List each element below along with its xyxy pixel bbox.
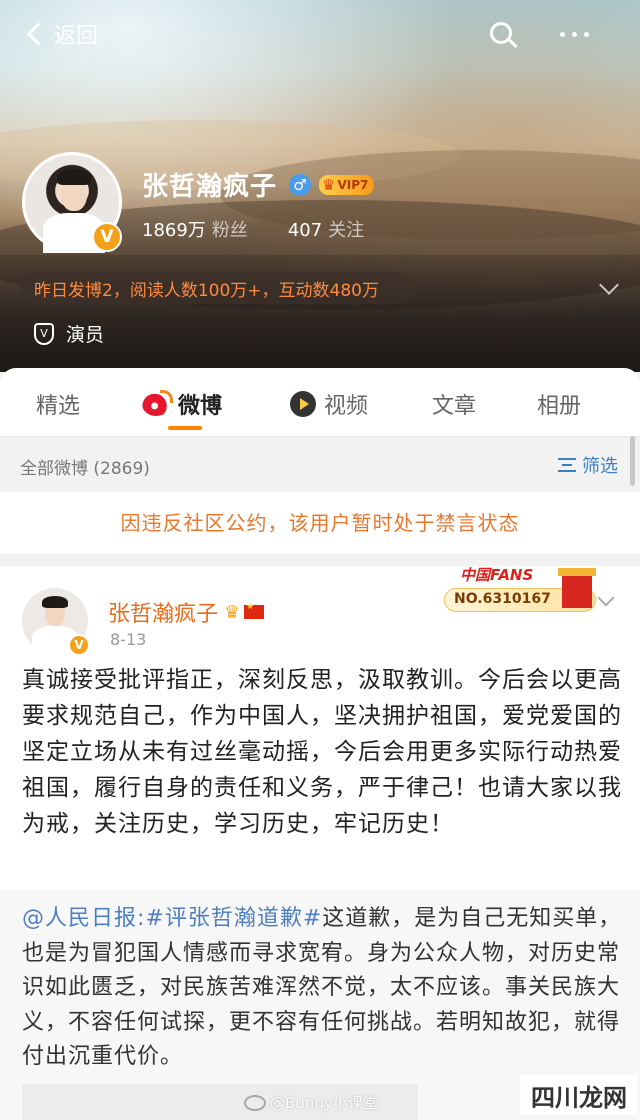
watermark-text: @Bunny小课堂	[270, 1094, 378, 1112]
tab-articles[interactable]: 文章	[432, 388, 476, 420]
repost-text: @人民日报:#评张哲瀚道歉#这道歉，是为自己无知买单，也是为冒犯国人情感而寻求宽…	[22, 902, 622, 1075]
tiananmen-icon	[558, 568, 596, 608]
tab-video[interactable]: 视频	[290, 388, 368, 420]
fans-badge-number: NO.6310167	[454, 591, 551, 607]
more-icon[interactable]	[560, 32, 589, 37]
back-label: 返回	[54, 24, 99, 49]
filter-bar: 全部微博 (2869) 筛选	[0, 436, 640, 492]
role-label: 演员	[66, 324, 105, 346]
china-flag-icon	[244, 602, 265, 619]
activity-summary[interactable]: 昨日发博2，阅读人数100万+，互动数480万	[20, 272, 414, 304]
male-icon: ♂	[289, 173, 312, 196]
post-author[interactable]: 张哲瀚疯子	[108, 596, 218, 628]
mention-link[interactable]: @人民日报	[22, 906, 137, 931]
tab-label: 精选	[36, 394, 81, 419]
scrollbar[interactable]	[630, 436, 635, 486]
profile-cover: 返回 V 张哲瀚疯子 ♂ ♛ VIP7 1869万 粉丝 407 关注 昨日发博…	[0, 0, 640, 372]
tab-label: 微博	[178, 394, 223, 419]
ban-notice-text: 因违反社区公约，该用户暂时处于禁言状态	[120, 511, 520, 535]
profile-tabs: 精选 微博 视频 文章 相册	[0, 368, 640, 436]
profile-name: 张哲瀚疯子	[142, 172, 278, 202]
post-author-row: 张哲瀚疯子 ♛	[108, 596, 265, 628]
tab-label: 视频	[324, 394, 369, 419]
tab-album[interactable]: 相册	[537, 388, 581, 420]
watermark: @Bunny小课堂	[244, 1092, 378, 1113]
filter-icon	[558, 458, 576, 472]
topic-link[interactable]: :#评张哲瀚道歉#	[137, 906, 322, 931]
fans-badge-title: 中国FANS	[460, 566, 534, 584]
tab-featured[interactable]: 精选	[36, 388, 80, 420]
followers-count[interactable]: 1869万	[142, 216, 206, 242]
tab-label: 文章	[432, 394, 477, 419]
ban-notice: 因违反社区公约，该用户暂时处于禁言状态	[0, 492, 640, 554]
crown-icon: ♛	[322, 175, 336, 194]
filter-label: 筛选	[582, 456, 618, 477]
verified-icon: V	[92, 222, 122, 252]
fans-badge[interactable]: 中国FANS NO.6310167	[444, 564, 600, 620]
following-label[interactable]: 关注	[328, 216, 364, 242]
tab-weibo[interactable]: 微博	[142, 388, 222, 420]
top-bar: 返回	[0, 14, 640, 58]
post-body: 真诚接受批评指正，深刻反思，汲取教训。今后会以更高要求规范自己，作为中国人，坚决…	[22, 667, 622, 837]
profile-stats: 1869万 粉丝 407 关注	[142, 216, 364, 242]
weibo-logo-icon	[244, 1094, 266, 1111]
profile-name-row: 张哲瀚疯子 ♂ ♛ VIP7	[142, 166, 375, 203]
following-count[interactable]: 407	[288, 220, 322, 241]
chevron-down-icon[interactable]	[597, 589, 615, 607]
weibo-icon	[142, 390, 173, 416]
site-watermark-text: 四川龙网	[531, 1083, 627, 1112]
tab-label: 相册	[537, 394, 582, 419]
profile-role: V 演员	[34, 320, 104, 347]
vip-label: VIP7	[337, 177, 369, 192]
post-date: 8-13	[110, 630, 147, 649]
activity-summary-text: 昨日发博2，阅读人数100万+，互动数480万	[34, 280, 379, 301]
filter-button[interactable]: 筛选	[558, 452, 618, 478]
site-watermark: 四川龙网	[520, 1075, 638, 1115]
post-count[interactable]: 全部微博 (2869)	[20, 454, 150, 479]
followers-label[interactable]: 粉丝	[212, 216, 248, 242]
play-icon	[290, 391, 316, 417]
shield-icon: V	[34, 322, 54, 345]
chevron-left-icon	[26, 22, 50, 46]
search-icon[interactable]	[488, 20, 520, 52]
crown-icon: ♛	[224, 601, 241, 623]
vip-badge[interactable]: ♛ VIP7	[319, 174, 375, 195]
active-tab-indicator	[168, 426, 202, 430]
back-button[interactable]: 返回	[26, 18, 99, 50]
weibo-post: V 张哲瀚疯子 ♛ 8-13 中国FANS NO.6310167 真诚接受批评指…	[0, 566, 640, 1120]
verified-icon: V	[68, 634, 90, 656]
